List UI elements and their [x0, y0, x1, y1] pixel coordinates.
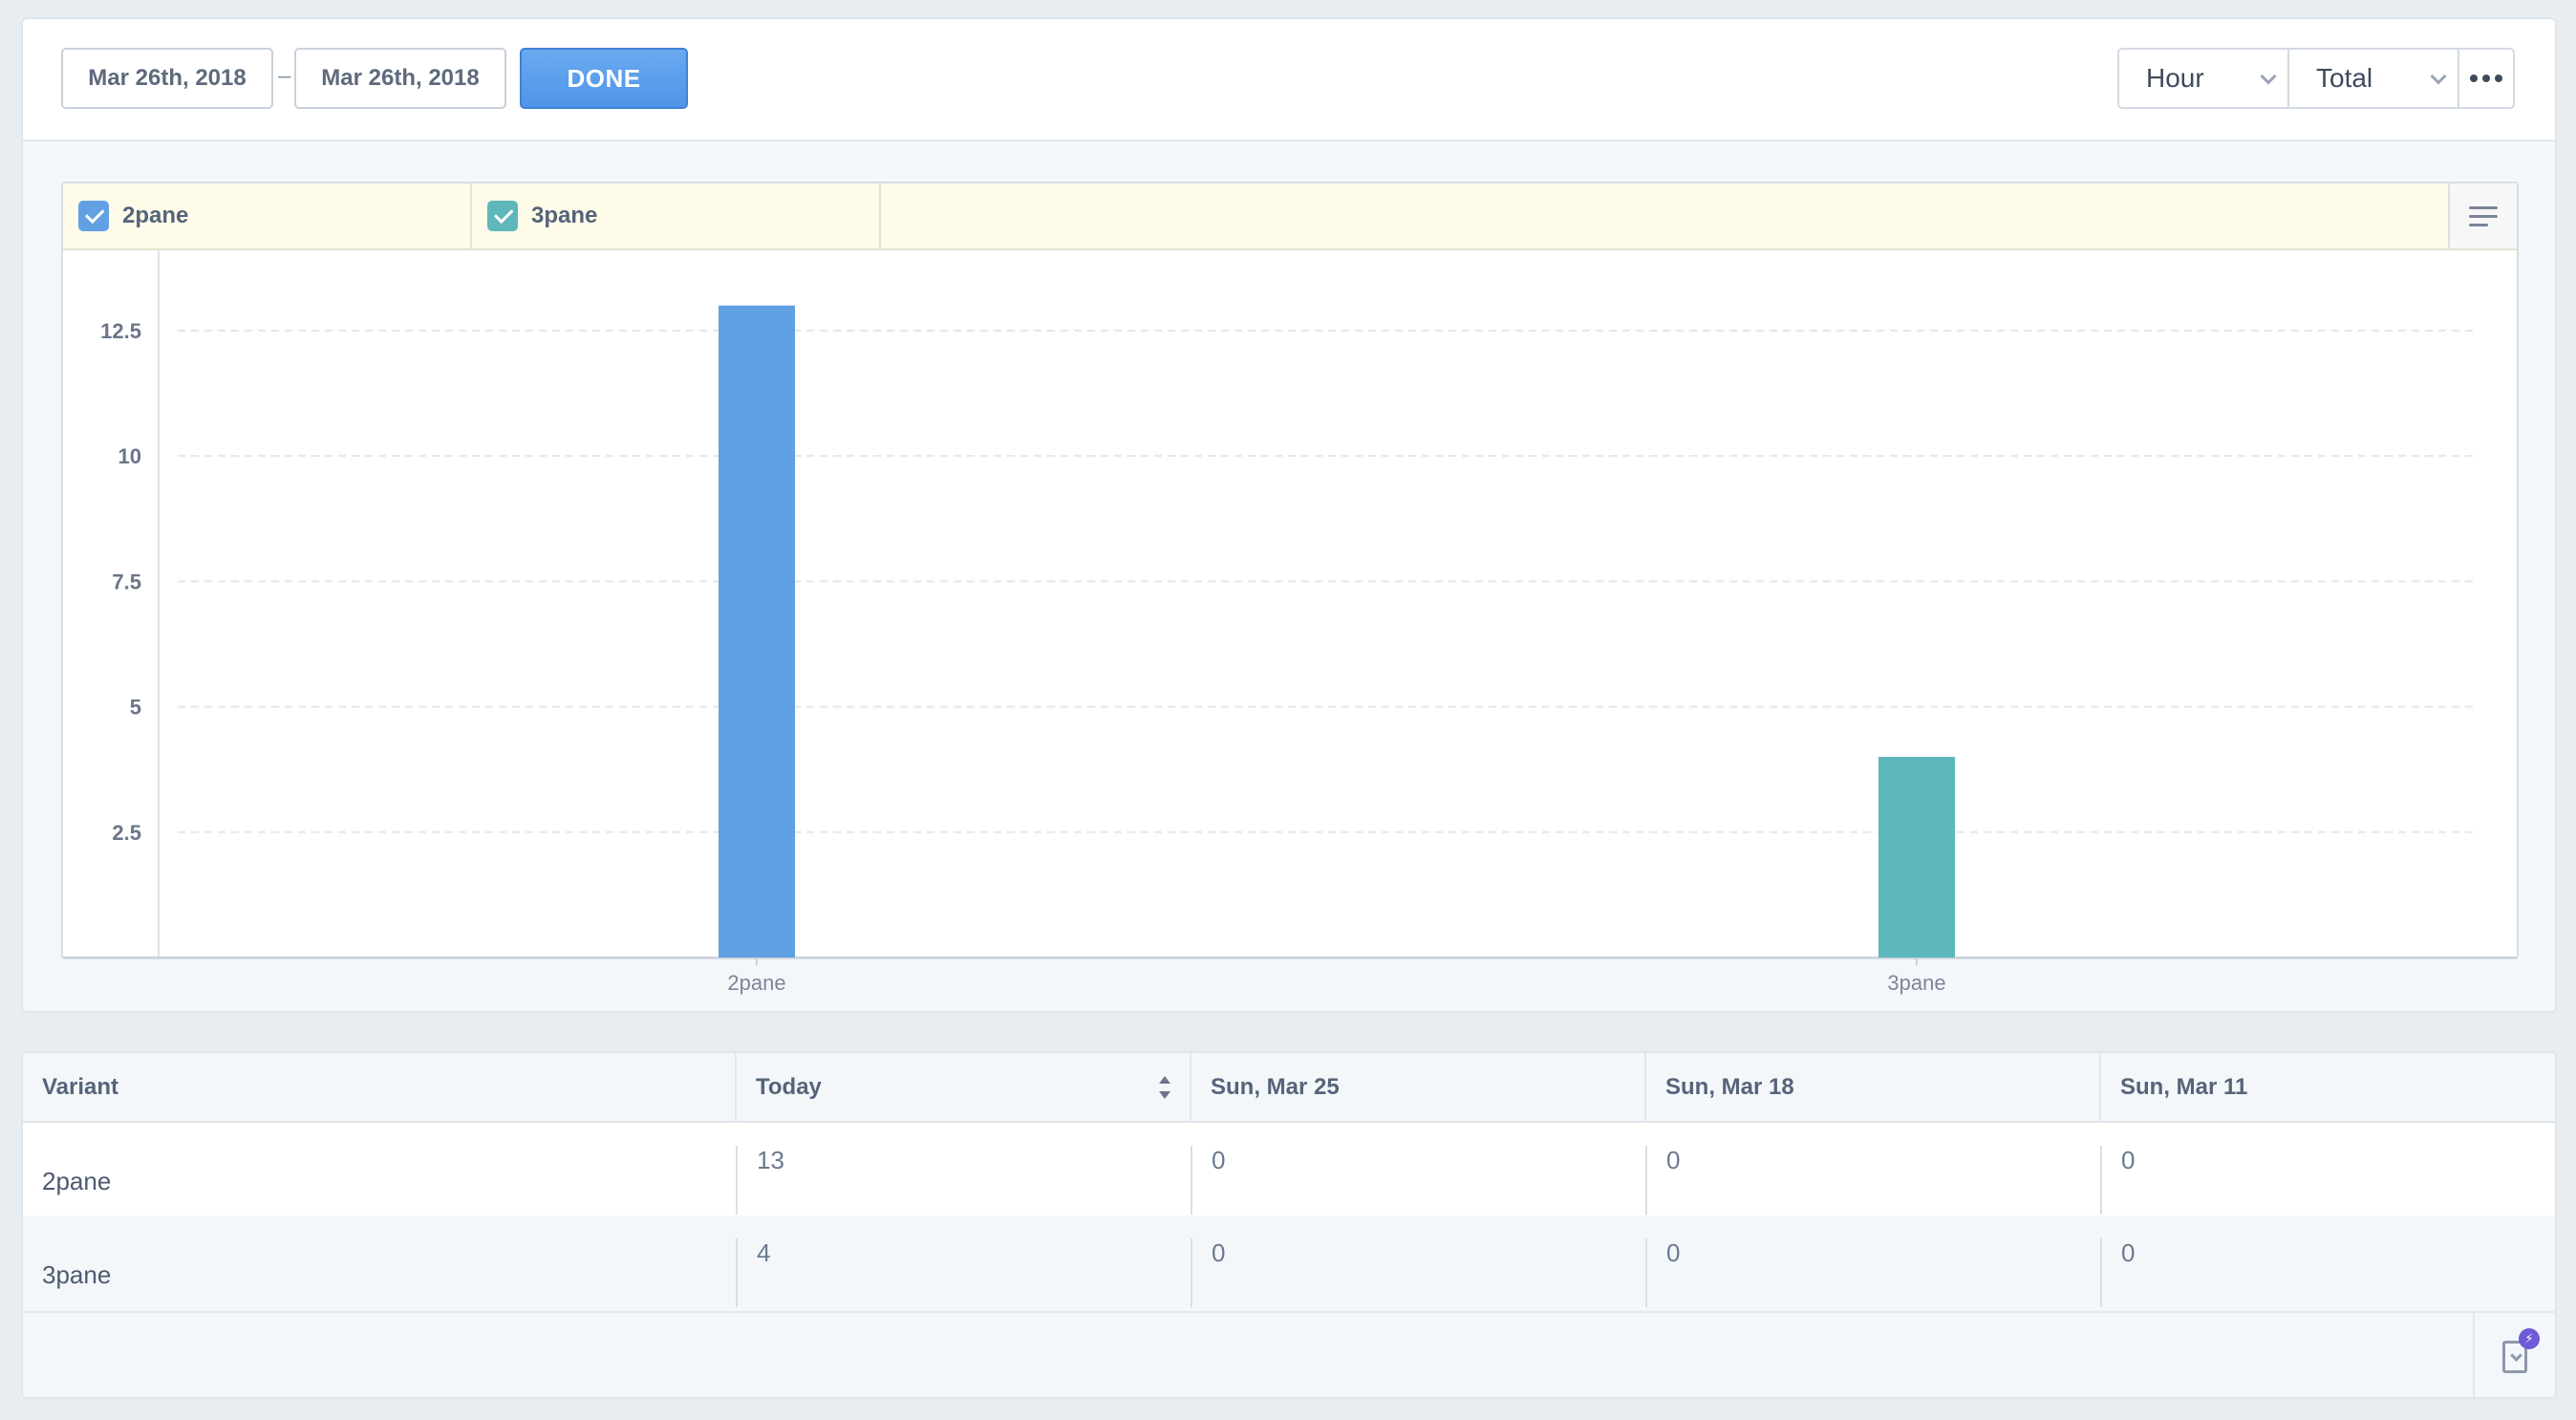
checkbox-checked-icon[interactable]	[78, 201, 109, 231]
value-cell: 13	[736, 1146, 1191, 1215]
chevron-down-icon	[2430, 68, 2447, 85]
sort-icon[interactable]	[1157, 1076, 1170, 1099]
value-cell: 0	[1191, 1146, 1645, 1215]
value-cell: 0	[1191, 1238, 1645, 1307]
checkbox-checked-icon[interactable]	[487, 201, 518, 231]
measure-select-value: Total	[2316, 63, 2373, 93]
y-tick-label: 10	[118, 444, 141, 468]
chart-toolbar: Mar 26th, 2018 – Mar 26th, 2018 DONE Hou…	[23, 19, 2555, 141]
measure-select[interactable]: Total	[2289, 50, 2459, 107]
column-header-mar25[interactable]: Sun, Mar 25	[1190, 1053, 1645, 1123]
value-cell: 4	[736, 1238, 1191, 1307]
column-header-mar11[interactable]: Sun, Mar 11	[2099, 1053, 2555, 1123]
chevron-down-icon	[2260, 68, 2277, 85]
y-tick-label: 2.5	[112, 821, 141, 845]
y-tick-label: 7.5	[112, 570, 141, 593]
legend-item-3pane[interactable]: 3pane	[472, 183, 881, 248]
interval-select[interactable]: Hour	[2119, 50, 2289, 107]
column-header-today[interactable]: Today	[735, 1053, 1191, 1123]
chart-area: 2.5 5 7.5 10 12.5 2pane 3pane 2pane 3pane	[61, 182, 2519, 995]
value-cell: 0	[1645, 1146, 2100, 1215]
bar-2pane	[719, 305, 795, 958]
legend-item-2pane[interactable]: 2pane	[63, 183, 472, 248]
column-header-label: Today	[756, 1073, 822, 1100]
legend-options-button[interactable]	[2448, 183, 2517, 248]
column-header-mar18[interactable]: Sun, Mar 18	[1644, 1053, 2100, 1123]
value-cell: 0	[1645, 1238, 2100, 1307]
legend-label: 2pane	[122, 203, 189, 228]
variant-cell: 3pane	[23, 1216, 736, 1309]
table-row: 3pane 4 0 0 0	[23, 1216, 2555, 1309]
done-button[interactable]: DONE	[520, 48, 688, 109]
chart-panel: Mar 26th, 2018 – Mar 26th, 2018 DONE Hou…	[21, 17, 2557, 1013]
date-start-picker[interactable]: Mar 26th, 2018	[61, 48, 273, 109]
x-tick-label: 3pane	[1887, 971, 1945, 995]
more-options-button[interactable]	[2459, 50, 2513, 107]
y-tick-label: 5	[130, 696, 141, 720]
date-range-separator: –	[278, 63, 291, 89]
export-badge: ⚡	[2519, 1328, 2540, 1349]
legend-label: 3pane	[531, 203, 598, 228]
date-end-picker[interactable]: Mar 26th, 2018	[294, 48, 506, 109]
variant-cell: 2pane	[23, 1122, 736, 1216]
table-footer: ⚡	[23, 1311, 2555, 1397]
export-button[interactable]: ⚡	[2473, 1313, 2555, 1397]
interval-select-value: Hour	[2146, 63, 2204, 93]
x-tick-label: 2pane	[727, 971, 785, 995]
column-header-variant[interactable]: Variant	[23, 1053, 736, 1123]
filter-list-icon	[2469, 205, 2498, 209]
data-table-panel: Variant Today Sun, Mar 25 Sun, Mar 18 Su…	[21, 1051, 2557, 1399]
bar-3pane	[1878, 757, 1955, 957]
chart-controls: Hour Total	[2117, 48, 2515, 109]
value-cell: 0	[2100, 1146, 2555, 1215]
more-icon	[2470, 75, 2478, 82]
table-row: 2pane 13 0 0 0	[23, 1122, 2555, 1216]
y-tick-label: 12.5	[100, 319, 141, 343]
table-header-row: Variant Today Sun, Mar 25 Sun, Mar 18 Su…	[23, 1053, 2555, 1123]
data-table: Variant Today Sun, Mar 25 Sun, Mar 18 Su…	[23, 1053, 2555, 1309]
value-cell: 0	[2100, 1238, 2555, 1307]
legend-bar: 2pane 3pane	[63, 183, 2517, 250]
bar-chart: 2.5 5 7.5 10 12.5 2pane 3pane	[63, 250, 2517, 995]
